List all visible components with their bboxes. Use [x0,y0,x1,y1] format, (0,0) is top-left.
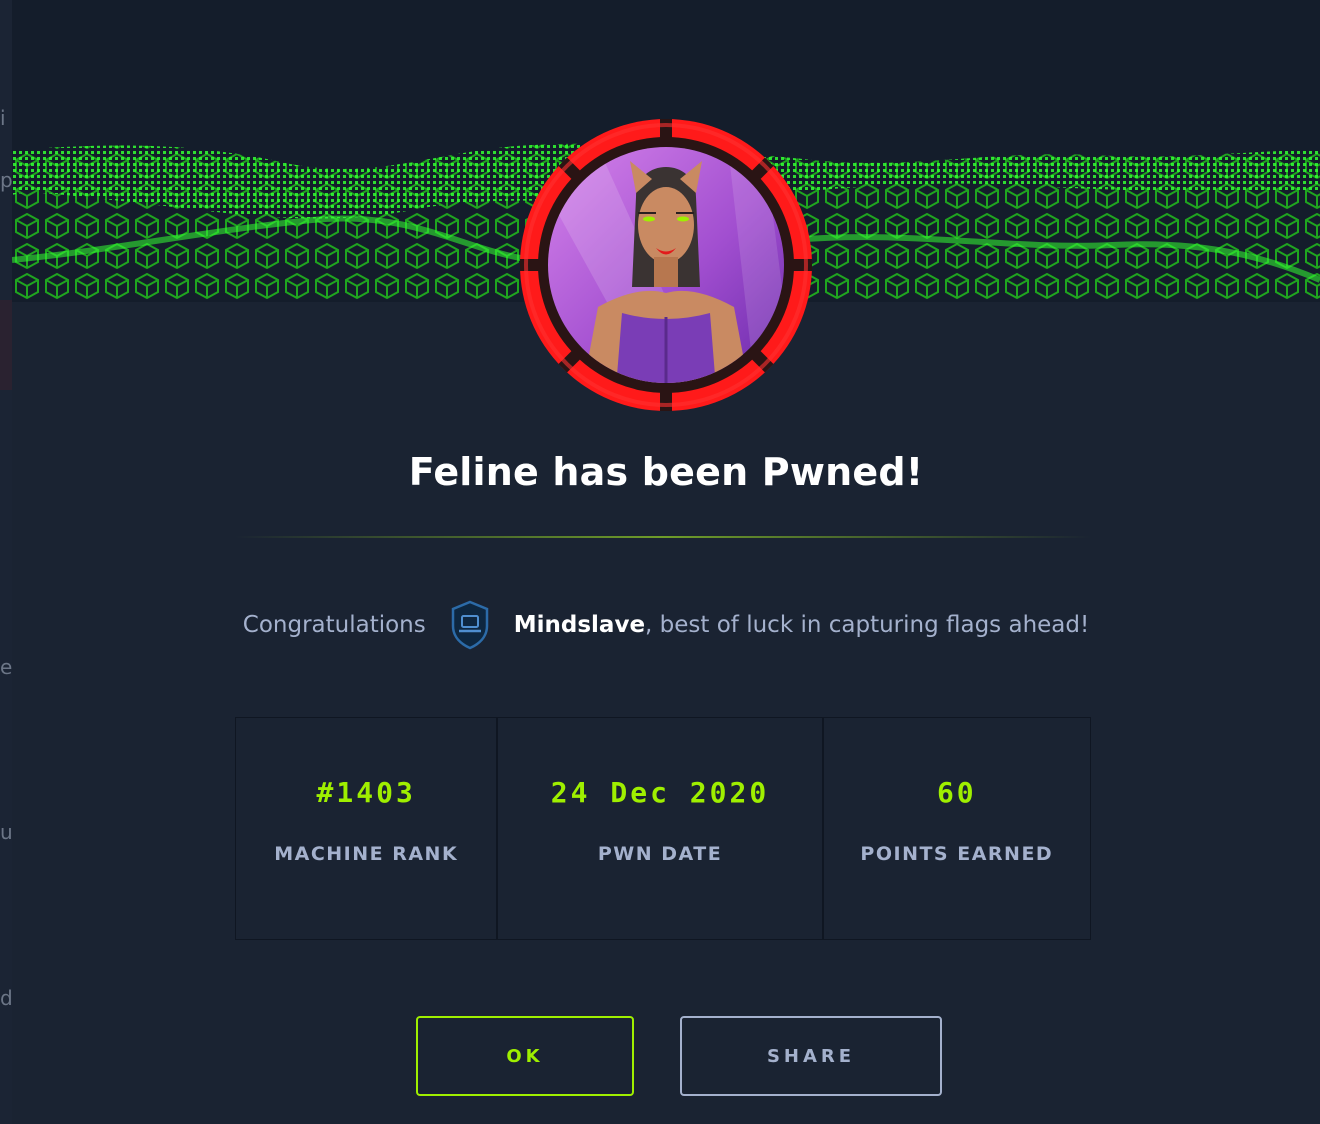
shield-laptop-icon [450,600,490,650]
stat-value: 24 Dec 2020 [550,776,770,809]
stat-label: MACHINE RANK [274,843,459,865]
username-link[interactable]: Mindslave [514,612,645,638]
stat-pwn-date: 24 Dec 2020 PWN DATE [498,718,824,939]
ok-button[interactable]: OK [416,1016,634,1096]
background-text: i [0,106,6,130]
stat-label: PWN DATE [597,843,723,865]
pwned-title: Feline has been Pwned! [408,450,924,494]
title-divider [235,536,1091,538]
congrats-suffix: , best of luck in capturing flags ahead! [645,612,1090,638]
background-text: u [0,820,12,844]
feline-machine-avatar [520,119,812,411]
stat-machine-rank: #1403 MACHINE RANK [236,718,499,939]
machine-avatar [518,117,814,413]
stat-label: POINTS EARNED [860,843,1054,865]
stat-value: #1403 [316,776,416,809]
stat-points-earned: 60 POINTS EARNED [824,718,1090,939]
background-text: d [0,986,12,1010]
background-text: e [0,655,12,679]
pwned-modal: Feline has been Pwned! Congratulations M… [12,0,1320,1124]
congrats-prefix: Congratulations [242,612,426,638]
pwn-stats-table: #1403 MACHINE RANK 24 Dec 2020 PWN DATE … [235,717,1091,940]
background-card [0,300,12,390]
stat-value: 60 [936,776,977,809]
congrats-message: Congratulations Mindslave , best of luck… [12,600,1320,650]
background-text: p [0,168,12,192]
share-button[interactable]: SHARE [680,1016,942,1096]
